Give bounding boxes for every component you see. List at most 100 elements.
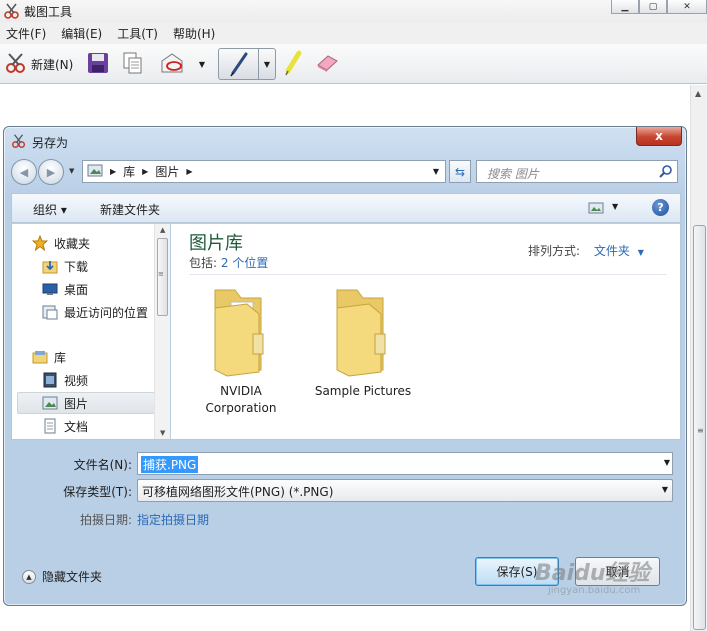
highlighter-icon [282, 50, 304, 79]
nav-item-label: 文档 [64, 419, 89, 434]
date-taken-link[interactable]: 指定拍摄日期 [137, 511, 209, 528]
nav-item-libraries[interactable]: 库 [32, 346, 174, 368]
filename-input[interactable]: 捕获.PNG ▼ [137, 452, 673, 475]
scroll-up-icon[interactable]: ▲ [160, 226, 165, 234]
nav-item-label: 库 [54, 350, 67, 365]
close-window-button[interactable]: ✕ [667, 0, 707, 14]
back-button[interactable]: ◀ [11, 159, 37, 185]
refresh-button[interactable]: ⇆ [449, 160, 471, 183]
arrange-by-dropdown[interactable]: 文件夹 [594, 244, 630, 258]
nav-item-label: 图片 [64, 396, 89, 411]
filename-dropdown[interactable]: ▼ [664, 458, 670, 467]
star-icon [32, 235, 48, 251]
nav-item-pictures[interactable]: 图片 [17, 392, 155, 414]
toolbar: 新建(N) ▼ ▼ [0, 44, 707, 84]
navigation-pane: 收藏夹 下载 桌面 最近访问的位置 库 视频 图片 文档 ▲ ≡ ▼ [11, 224, 170, 440]
folder-icon [201, 284, 281, 379]
includes-label: 包括: [189, 256, 218, 270]
dialog-close-button[interactable]: x [636, 127, 682, 146]
folder-item-sample-pictures[interactable]: Sample Pictures [308, 284, 418, 400]
filetype-label: 保存类型(T): [63, 485, 132, 499]
arrange-label: 排列方式: [528, 244, 581, 258]
desktop-icon [42, 281, 58, 297]
grip-icon: ≡ [158, 270, 164, 278]
breadcrumb-pictures[interactable]: 图片 [155, 163, 179, 180]
app-title-bar: 截图工具 ▁ ▢ ✕ [0, 0, 707, 22]
filename-value: 捕获.PNG [141, 456, 199, 473]
save-snip-button[interactable] [84, 50, 112, 78]
nav-item-favorites[interactable]: 收藏夹 [32, 232, 174, 254]
folder-name-line1: Sample Pictures [314, 384, 412, 398]
menu-help[interactable]: 帮助(H) [173, 25, 215, 42]
filename-label: 文件名(N): [73, 458, 132, 472]
breadcrumb-separator-icon: ▶ [110, 167, 117, 176]
nav-item-label: 视频 [64, 373, 89, 388]
maximize-button[interactable]: ▢ [639, 0, 667, 14]
recent-places-icon [42, 304, 58, 320]
breadcrumb-separator-icon[interactable]: ▶ [142, 167, 148, 176]
filetype-value: 可移植网络图形文件(PNG) (*.PNG) [142, 485, 334, 499]
send-snip-button[interactable] [158, 50, 186, 78]
help-icon[interactable]: ? [652, 199, 669, 216]
pen-tool-button[interactable]: ▼ [218, 48, 276, 80]
watermark-url: jingyan.baidu.com [548, 585, 641, 596]
menu-file[interactable]: 文件(F) [6, 25, 46, 42]
forward-button[interactable]: ▶ [38, 159, 64, 185]
pen-icon [219, 49, 259, 79]
organize-button[interactable]: 组织 ▾ [33, 201, 67, 218]
address-bar[interactable]: ▶ 库 ▶ 图片 ▶ ▼ [82, 160, 446, 183]
pen-dropdown[interactable]: ▼ [259, 49, 275, 79]
library-title: 图片库 [189, 233, 243, 254]
highlighter-button[interactable] [279, 50, 307, 78]
recent-locations-dropdown[interactable]: ▼ [69, 167, 74, 175]
app-vertical-scrollbar[interactable]: ▲ ≡ [690, 85, 707, 631]
scroll-up-icon[interactable]: ▲ [695, 89, 701, 98]
folder-icon [323, 284, 403, 379]
scroll-thumb[interactable]: ≡ [693, 225, 706, 630]
folder-name-line2: Corporation [205, 401, 277, 415]
filetype-select[interactable]: 可移植网络图形文件(PNG) (*.PNG) ▼ [137, 479, 673, 502]
dialog-title: 另存为 [32, 135, 69, 150]
new-snip-button[interactable]: 新建(N) [4, 50, 73, 78]
nav-pane-scrollbar[interactable]: ▲ ≡ ▼ [154, 224, 170, 439]
app-title: 截图工具 [24, 5, 73, 19]
scroll-down-icon[interactable]: ▼ [160, 429, 165, 437]
triangle-down-icon[interactable]: ▼ [638, 248, 644, 257]
new-folder-button[interactable]: 新建文件夹 [100, 201, 160, 218]
view-dropdown[interactable]: ▼ [612, 202, 618, 211]
documents-icon [42, 418, 58, 434]
grip-icon: ≡ [697, 426, 704, 435]
scissors-icon [11, 133, 27, 152]
nav-item-label: 最近访问的位置 [64, 305, 149, 320]
arrange-by: 排列方式: 文件夹 ▼ [528, 242, 644, 259]
address-dropdown[interactable]: ▼ [427, 161, 445, 182]
file-list-pane: 图片库 包括: 2 个位置 排列方式: 文件夹 ▼ NVIDIA Corpora… [171, 224, 681, 440]
envelope-icon [159, 51, 185, 78]
breadcrumb-separator-icon[interactable]: ▶ [186, 167, 192, 176]
triangle-down-icon: ▼ [263, 59, 271, 69]
menu-edit[interactable]: 编辑(E) [61, 25, 102, 42]
folder-item-nvidia[interactable]: NVIDIA Corporation [186, 284, 296, 417]
pictures-folder-icon [87, 163, 103, 180]
includes-locations-link[interactable]: 2 个位置 [221, 256, 268, 270]
navigation-row: ◀ ▶ ▼ ▶ 库 ▶ 图片 ▶ ▼ ⇆ 搜索 图片 [11, 159, 681, 185]
minimize-button[interactable]: ▁ [611, 0, 639, 14]
menu-tools[interactable]: 工具(T) [117, 25, 158, 42]
window-controls: ▁ ▢ ✕ [611, 0, 707, 14]
arrow-right-icon: ▶ [46, 165, 56, 179]
filetype-dropdown[interactable]: ▼ [662, 485, 668, 494]
menu-bar: 文件(F) 编辑(E) 工具(T) 帮助(H) [0, 22, 707, 44]
library-icon [32, 349, 48, 365]
nav-item-label: 收藏夹 [54, 236, 91, 251]
eraser-button[interactable] [313, 50, 341, 78]
view-options-icon[interactable] [588, 201, 604, 218]
send-snip-dropdown[interactable]: ▼ [197, 57, 207, 71]
search-box[interactable]: 搜索 图片 [476, 160, 678, 183]
copy-button[interactable] [119, 50, 147, 78]
breadcrumb-libraries[interactable]: 库 [123, 163, 135, 180]
copy-icon [121, 51, 145, 78]
maximize-icon: ▢ [648, 1, 658, 12]
close-icon: ✕ [683, 1, 691, 12]
scissors-icon [3, 2, 21, 20]
hide-folders-toggle[interactable]: ▲ 隐藏文件夹 [22, 568, 102, 585]
